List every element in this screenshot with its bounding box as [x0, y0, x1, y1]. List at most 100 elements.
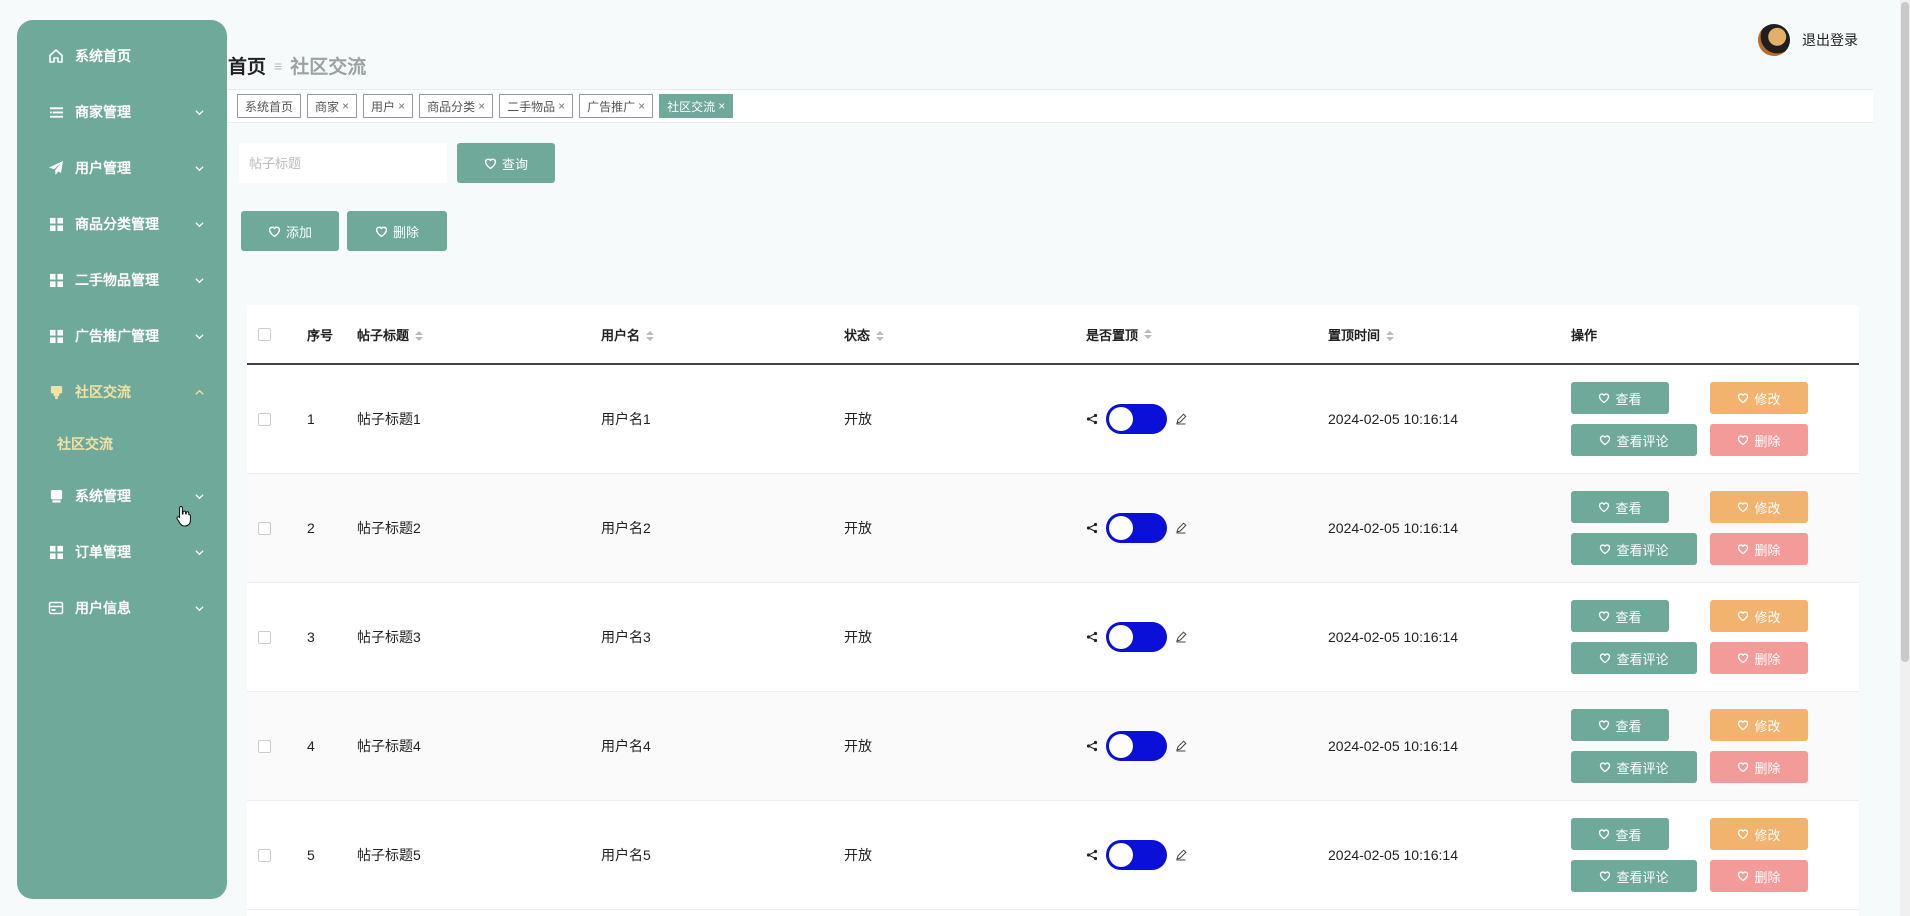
header-title[interactable]: 帖子标题	[357, 325, 601, 344]
header-status[interactable]: 状态	[844, 325, 1086, 344]
bulk-delete-button[interactable]: 删除	[347, 211, 447, 251]
edit-button[interactable]: 修改	[1710, 491, 1808, 523]
chevron-down-icon[interactable]	[193, 490, 205, 502]
chevron-up-icon[interactable]	[193, 386, 205, 398]
edit-button[interactable]: 修改	[1710, 600, 1808, 632]
add-button[interactable]: 添加	[241, 211, 339, 251]
table-row: 4 帖子标题4 用户名4 开放 2024-02-05 10:16:14 查看 修改 查看评论 删…	[247, 692, 1859, 801]
view-comments-button[interactable]: 查看评论	[1571, 424, 1697, 456]
tab-5[interactable]: 广告推广 ×	[579, 94, 654, 118]
pin-toggle[interactable]	[1106, 404, 1167, 434]
close-icon[interactable]: ×	[478, 99, 485, 113]
header-pinned-label: 是否置顶	[1086, 327, 1139, 343]
sidebar-item-0[interactable]: 系统首页	[17, 28, 227, 84]
edit-button[interactable]: 修改	[1710, 709, 1808, 741]
tab-label: 广告推广	[587, 99, 636, 114]
tab-6[interactable]: 社区交流 ×	[659, 94, 734, 118]
sort-icon[interactable]	[646, 331, 655, 342]
header-username[interactable]: 用户名	[601, 325, 844, 344]
row-checkbox[interactable]	[258, 848, 271, 862]
chevron-down-icon[interactable]	[193, 274, 205, 286]
logout-link[interactable]: 退出登录	[1802, 30, 1858, 50]
view-comments-button[interactable]: 查看评论	[1571, 751, 1697, 783]
sort-icon[interactable]	[1386, 331, 1395, 342]
tab-0[interactable]: 系统首页	[237, 94, 302, 118]
row-checkbox[interactable]	[258, 630, 271, 644]
tab-2[interactable]: 用户 ×	[363, 94, 414, 118]
delete-button[interactable]: 删除	[1710, 751, 1808, 783]
pin-toggle[interactable]	[1106, 731, 1167, 761]
select-all-checkbox[interactable]	[258, 327, 271, 341]
chevron-down-icon[interactable]	[193, 218, 205, 230]
edit-button[interactable]: 修改	[1710, 818, 1808, 850]
sidebar-item-label: 用户信息	[75, 600, 131, 616]
search-button[interactable]: 查询	[457, 143, 555, 183]
view-comments-button[interactable]: 查看评论	[1571, 533, 1697, 565]
close-icon[interactable]: ×	[398, 99, 405, 113]
edit-button-label: 修改	[1754, 609, 1781, 625]
share-icon	[1086, 413, 1098, 425]
tab-4[interactable]: 二手物品 ×	[499, 94, 574, 118]
view-button[interactable]: 查看	[1571, 600, 1669, 632]
sort-icon[interactable]	[415, 331, 424, 342]
view-button[interactable]: 查看	[1571, 382, 1669, 414]
scrollbar-thumb[interactable]	[1901, 2, 1909, 662]
view-button[interactable]: 查看	[1571, 818, 1669, 850]
view-button[interactable]: 查看	[1571, 709, 1669, 741]
view-button-label: 查看	[1615, 718, 1642, 734]
sidebar-item-1[interactable]: 商家管理	[17, 84, 227, 140]
row-checkbox[interactable]	[258, 412, 271, 426]
heart-icon	[1737, 719, 1749, 731]
row-checkbox[interactable]	[258, 521, 271, 535]
delete-button[interactable]: 删除	[1710, 642, 1808, 674]
sidebar-item-9[interactable]: 用户信息	[17, 580, 227, 636]
close-icon[interactable]: ×	[638, 99, 645, 113]
chevron-down-icon[interactable]	[193, 546, 205, 558]
header-pin-time[interactable]: 置顶时间	[1328, 325, 1571, 344]
edit-button[interactable]: 修改	[1710, 382, 1808, 414]
tab-1[interactable]: 商家 ×	[307, 94, 358, 118]
sort-icon[interactable]	[876, 331, 885, 342]
chevron-down-icon[interactable]	[193, 162, 205, 174]
edit-button-label: 修改	[1754, 718, 1781, 734]
breadcrumb-home[interactable]: 首页	[228, 52, 266, 79]
chevron-down-icon[interactable]	[193, 106, 205, 118]
edit-icon	[1175, 849, 1187, 861]
row-checkbox[interactable]	[258, 739, 271, 753]
heart-icon	[1599, 543, 1611, 555]
close-icon[interactable]: ×	[342, 99, 349, 113]
submenu-item-community[interactable]: 社区交流	[17, 420, 227, 468]
sidebar-item-2[interactable]: 用户管理	[17, 140, 227, 196]
close-icon[interactable]: ×	[718, 99, 725, 113]
chevron-down-icon[interactable]	[193, 330, 205, 342]
tab-3[interactable]: 商品分类 ×	[419, 94, 494, 118]
heart-icon	[1737, 392, 1749, 404]
delete-button[interactable]: 删除	[1710, 533, 1808, 565]
close-icon[interactable]: ×	[558, 99, 565, 113]
avatar[interactable]	[1758, 24, 1790, 56]
sidebar-item-3[interactable]: 商品分类管理	[17, 196, 227, 252]
heart-icon	[1737, 870, 1749, 882]
cell-status: 开放	[844, 738, 872, 754]
pin-toggle[interactable]	[1106, 840, 1167, 870]
delete-button[interactable]: 删除	[1710, 860, 1808, 892]
pin-toggle[interactable]	[1106, 622, 1167, 652]
sidebar-item-8[interactable]: 订单管理	[17, 524, 227, 580]
sort-icon[interactable]	[1144, 329, 1153, 339]
view-comments-button[interactable]: 查看评论	[1571, 642, 1697, 674]
breadcrumb: 首页 ≡ 社区交流	[228, 52, 366, 79]
view-comments-button[interactable]: 查看评论	[1571, 860, 1697, 892]
header-pinned[interactable]: 是否置顶	[1086, 325, 1328, 344]
view-button[interactable]: 查看	[1571, 491, 1669, 523]
sidebar-item-6[interactable]: 社区交流	[17, 364, 227, 420]
page-scrollbar[interactable]	[1900, 0, 1910, 916]
chevron-down-icon[interactable]	[193, 602, 205, 614]
heart-icon	[1599, 761, 1611, 773]
pin-toggle[interactable]	[1106, 513, 1167, 543]
search-input[interactable]	[239, 143, 447, 183]
sidebar-item-4[interactable]: 二手物品管理	[17, 252, 227, 308]
delete-button[interactable]: 删除	[1710, 424, 1808, 456]
header-ops: 操作	[1571, 327, 1598, 343]
sidebar-item-5[interactable]: 广告推广管理	[17, 308, 227, 364]
sidebar-item-7[interactable]: 系统管理	[17, 468, 227, 524]
